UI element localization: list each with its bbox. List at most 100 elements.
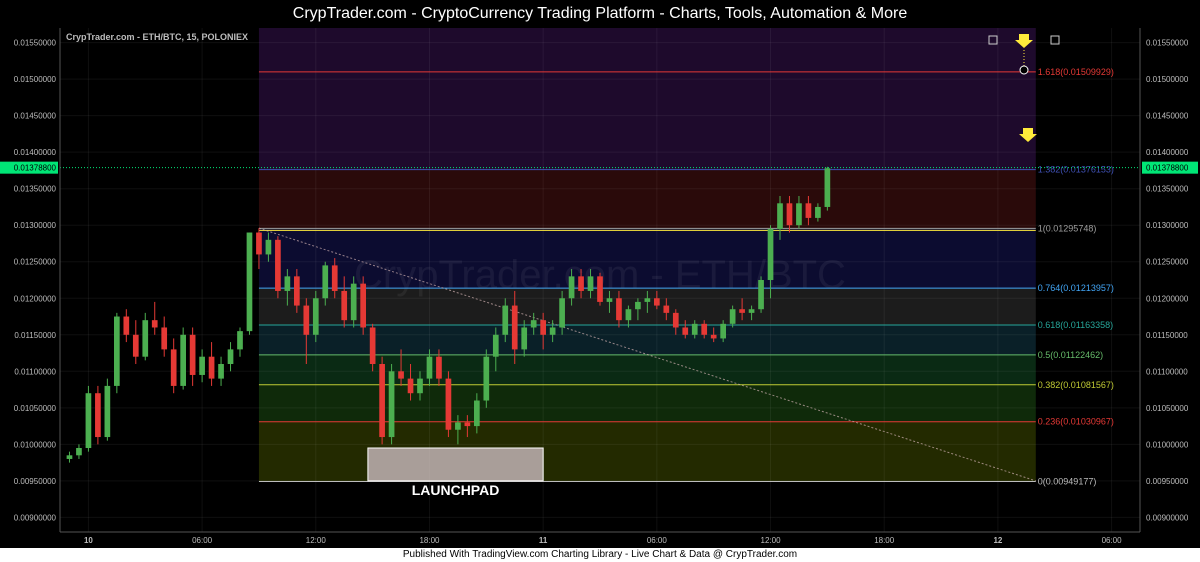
price-tick-label: 0.01000000 [14, 440, 57, 449]
price-tick-label: 0.01200000 [14, 294, 57, 303]
candle-body [341, 290, 348, 321]
candle-body [483, 356, 490, 401]
time-axis[interactable]: 10 06:00 12:00 18:00 11 06:00 12:00 18:00 12 06:0… [60, 531, 1140, 548]
candle-body [445, 378, 452, 430]
chart-frame[interactable]: CrypTrader.com - ETH/BTC 0(0.00949177) 0.… [0, 28, 1200, 548]
candle-body [587, 276, 594, 291]
candle-body [805, 203, 812, 218]
candle-body [682, 327, 689, 335]
candle-body [663, 305, 670, 313]
candle-body [76, 448, 82, 456]
candle-body [710, 334, 717, 339]
price-tick-label: 0.01450000 [14, 112, 57, 121]
candle-body [161, 327, 168, 350]
price-tick-label: 0.01100000 [14, 367, 56, 376]
candle-body [436, 356, 442, 379]
fib-level-label: 0.382(0.01081567) [1038, 380, 1114, 390]
candlestick-chart[interactable]: CrypTrader.com - ETH/BTC 0(0.00949177)0.… [0, 28, 1200, 548]
price-tick-label: 0.01400000 [1146, 148, 1189, 157]
candle-body [748, 309, 755, 313]
candle-body [275, 239, 281, 291]
candle-body [511, 305, 518, 350]
price-tick-label: 0.01550000 [14, 39, 57, 48]
candle-body [464, 422, 471, 427]
candle-body [379, 364, 385, 438]
price-tick-label: 0.01050000 [1146, 404, 1189, 413]
candle-body [151, 320, 158, 328]
candle-body [142, 320, 149, 357]
fib-level-label: 0.236(0.01030967) [1038, 417, 1114, 427]
fib-level-label: 1(0.01295748) [1038, 223, 1097, 233]
fib-level-label: 1.382(0.01376153) [1038, 165, 1114, 175]
time-tick-label: 18:00 [419, 536, 440, 545]
candle-body [758, 280, 764, 310]
candle-body [104, 385, 111, 438]
price-tick-label: 0.01550000 [1146, 39, 1189, 48]
candle-body [540, 320, 546, 335]
candle-body [635, 301, 641, 310]
candle-body [625, 309, 632, 321]
price-tick-label: 0.01200000 [1146, 294, 1189, 303]
fib-band [258, 71, 1036, 170]
candle-body [777, 203, 783, 229]
candle-body [265, 239, 272, 255]
candle-body [218, 364, 224, 379]
candle-body [502, 305, 509, 335]
candle-body [578, 276, 584, 291]
candle-body [530, 320, 537, 328]
candle-body [360, 283, 366, 328]
candle-body [85, 393, 92, 448]
candle-body [331, 265, 338, 291]
candle-body [322, 265, 329, 299]
candle-body [123, 316, 130, 335]
time-tick-label: 11 [539, 536, 548, 545]
last-price-label: 0.01378800 [1146, 164, 1189, 173]
candle-body [796, 203, 802, 226]
candle-body [616, 298, 622, 321]
fib-band [258, 28, 1036, 72]
right-price-axis[interactable]: 0.01550000 0.01500000 0.01450000 0.01400000… [1139, 28, 1200, 532]
candle-body [312, 298, 319, 335]
footer-text: Published With TradingView.com Charting … [0, 548, 1200, 562]
candle-body [672, 312, 679, 328]
fib-level-label: 1.618(0.01509929) [1038, 67, 1114, 77]
left-price-axis[interactable]: 0.01550000 0.01500000 0.01450000 0.01400000… [0, 28, 61, 532]
time-tick-label: 06:00 [1102, 536, 1123, 545]
candle-body [388, 371, 395, 438]
candle-body [407, 378, 414, 394]
candle-body [691, 323, 698, 335]
price-tick-label: 0.00950000 [1146, 477, 1189, 486]
price-tick-label: 0.01250000 [14, 258, 57, 267]
price-tick-label: 0.01050000 [14, 404, 57, 413]
fib-band [258, 481, 1036, 532]
time-tick-label: 10 [84, 536, 93, 545]
last-price-label: 0.01378800 [14, 164, 57, 173]
time-tick-label: 12 [993, 536, 1002, 545]
candle-body [95, 393, 101, 438]
price-tick-label: 0.00900000 [1146, 513, 1189, 522]
candle-body [824, 168, 831, 207]
candle-body [350, 283, 357, 321]
price-tick-label: 0.01400000 [14, 148, 57, 157]
candle-body [237, 331, 243, 350]
fib-band [258, 169, 1036, 229]
page-title: CrypTrader.com - CryptoCurrency Trading … [0, 0, 1200, 28]
candle-body [303, 305, 310, 335]
candle-body [294, 276, 300, 306]
candle-body [180, 334, 186, 386]
candle-body [654, 298, 660, 306]
candle-body [455, 422, 461, 430]
candle-body [417, 378, 423, 394]
left-axis-bg [0, 28, 60, 532]
price-tick-label: 0.01100000 [1146, 367, 1188, 376]
price-tick-label: 0.01000000 [1146, 440, 1189, 449]
handle-circle[interactable] [1019, 65, 1029, 75]
price-tick-label: 0.01350000 [1146, 185, 1189, 194]
candle-body [426, 356, 433, 379]
candle-body [398, 371, 404, 379]
candle-body [815, 206, 821, 218]
launchpad-box[interactable] [367, 447, 544, 482]
price-tick-label: 0.01150000 [1146, 331, 1188, 340]
candle-body [114, 316, 120, 386]
candle-body [369, 327, 376, 364]
